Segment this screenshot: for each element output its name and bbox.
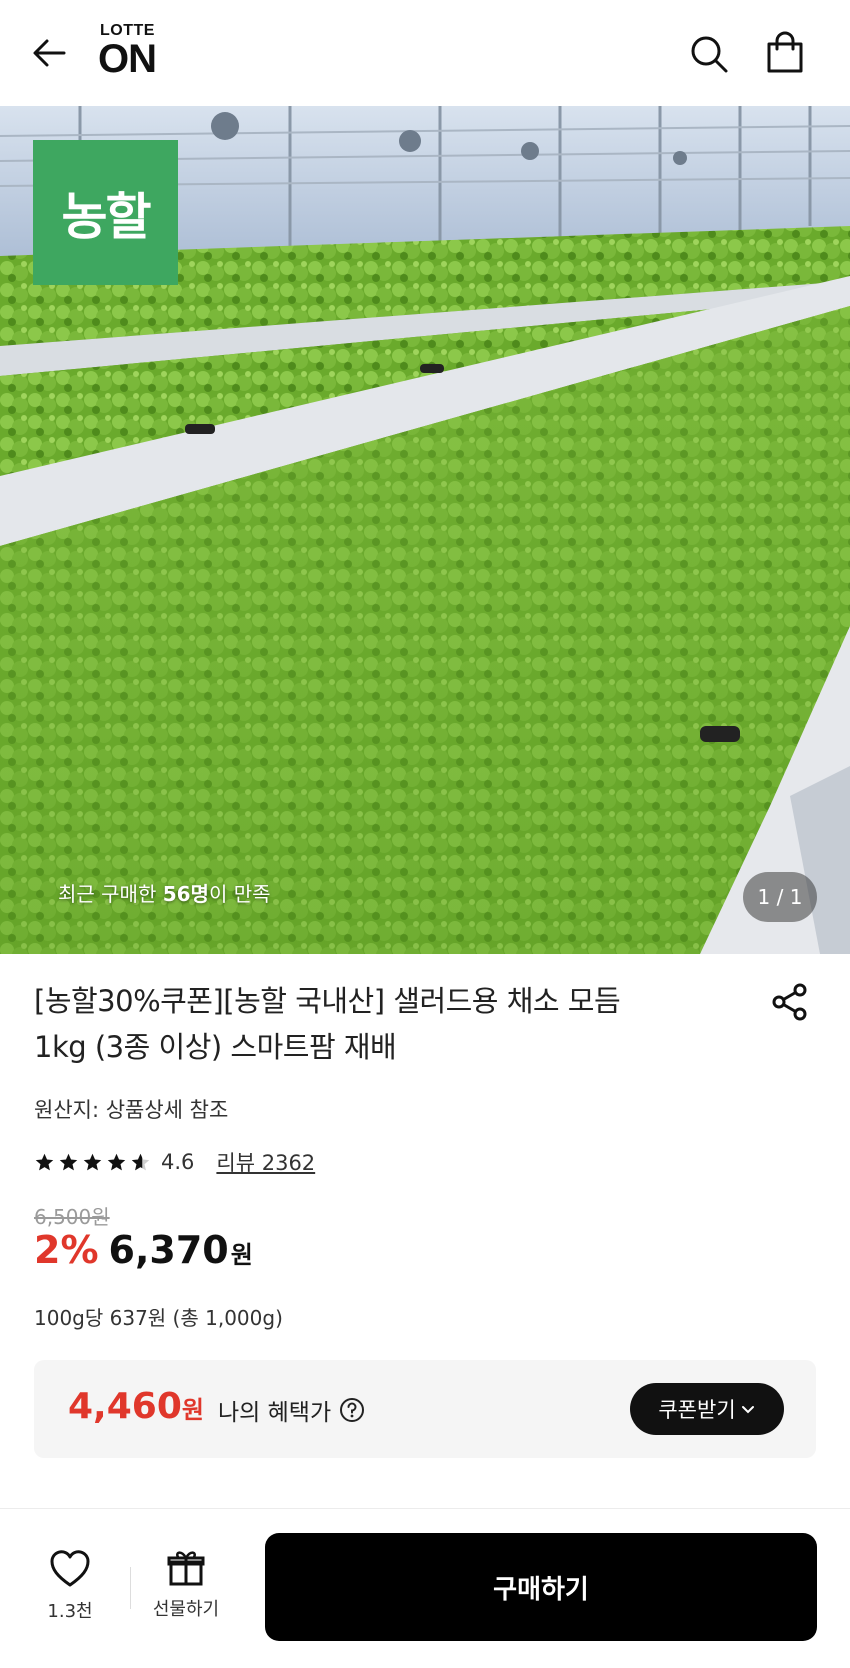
- benefit-price-value: 4,460: [68, 1386, 182, 1427]
- benefit-price-unit: 원: [181, 1396, 204, 1424]
- divider: [130, 1567, 131, 1609]
- bottom-action-bar: 1.3천 선물하기 구매하기: [0, 1508, 850, 1668]
- back-button[interactable]: [30, 33, 70, 73]
- rating-stars: [34, 1152, 151, 1173]
- sale-price: 6,370: [108, 1228, 229, 1272]
- satisfaction-suffix: 이 만족: [208, 882, 271, 906]
- logo-main-text: ON: [98, 37, 157, 81]
- star-icon: [35, 1153, 54, 1170]
- benefit-label-text: 나의 혜택가: [218, 1400, 332, 1426]
- chevron-down-icon: [741, 1406, 754, 1414]
- star-half-icon: [131, 1153, 150, 1170]
- question-circle-icon[interactable]: [339, 1397, 365, 1423]
- product-image-carousel[interactable]: 농할 최근 구매한 56명이 만족 1 / 1: [0, 106, 850, 954]
- satisfaction-prefix: 최근 구매한: [58, 882, 163, 906]
- buy-button[interactable]: 구매하기: [265, 1533, 817, 1641]
- unit-price: 100g당 637원 (총 1,000g): [34, 1306, 283, 1330]
- benefit-price: 4,460원: [68, 1386, 204, 1427]
- product-title-line-2: 1kg (3종 이상) 스마트팜 재배: [34, 1030, 397, 1064]
- star-icon: [59, 1153, 78, 1170]
- star-icon: [83, 1153, 102, 1170]
- rating-row: 4.6 리뷰 2362: [34, 1147, 315, 1177]
- lotte-on-logo[interactable]: LOTTE ON: [98, 22, 178, 81]
- wishlist-count: 1.3천: [47, 1601, 93, 1622]
- discount-rate: 2%: [34, 1228, 99, 1272]
- heart-icon: [50, 1550, 90, 1587]
- image-page-indicator: 1 / 1: [743, 872, 817, 922]
- original-price: 6,500원: [34, 1205, 110, 1229]
- purchase-satisfaction-text: 최근 구매한 56명이 만족: [58, 878, 271, 907]
- review-link[interactable]: 리뷰 2362: [216, 1147, 315, 1177]
- shopping-bag-icon: [767, 31, 803, 73]
- coupon-button-label: 쿠폰받기: [658, 1398, 736, 1422]
- satisfaction-count: 56명: [162, 882, 209, 906]
- sale-price-unit: 원: [230, 1241, 253, 1269]
- star-icon: [107, 1153, 126, 1170]
- benefit-price-box: 4,460원 나의 혜택가 쿠폰받기: [34, 1360, 816, 1458]
- arrow-left-icon: [33, 39, 66, 67]
- benefit-label: 나의 혜택가: [218, 1393, 365, 1427]
- share-icon: [772, 983, 807, 1021]
- search-button[interactable]: [688, 33, 730, 75]
- product-title-line-1: [농할30%쿠폰][농할 국내산] 샐러드용 채소 모듬: [34, 984, 621, 1018]
- share-button[interactable]: [770, 982, 810, 1022]
- origin-info: 원산지: 상품상세 참조: [34, 1098, 229, 1122]
- brand-badge: 농할: [33, 140, 178, 285]
- price-row: 2% 6,370 원: [34, 1228, 253, 1272]
- get-coupon-button[interactable]: 쿠폰받기: [630, 1383, 784, 1435]
- top-app-bar: LOTTE ON: [0, 0, 850, 106]
- cart-button[interactable]: [764, 31, 806, 75]
- gift-button[interactable]: 선물하기: [140, 1547, 232, 1631]
- rating-value: 4.6: [161, 1150, 195, 1174]
- gift-icon: [167, 1551, 205, 1586]
- wishlist-button[interactable]: 1.3천: [30, 1549, 110, 1629]
- gift-label: 선물하기: [152, 1599, 220, 1620]
- search-icon: [691, 36, 728, 73]
- product-title: [농할30%쿠폰][농할 국내산] 샐러드용 채소 모듬 1kg (3종 이상)…: [34, 978, 734, 1070]
